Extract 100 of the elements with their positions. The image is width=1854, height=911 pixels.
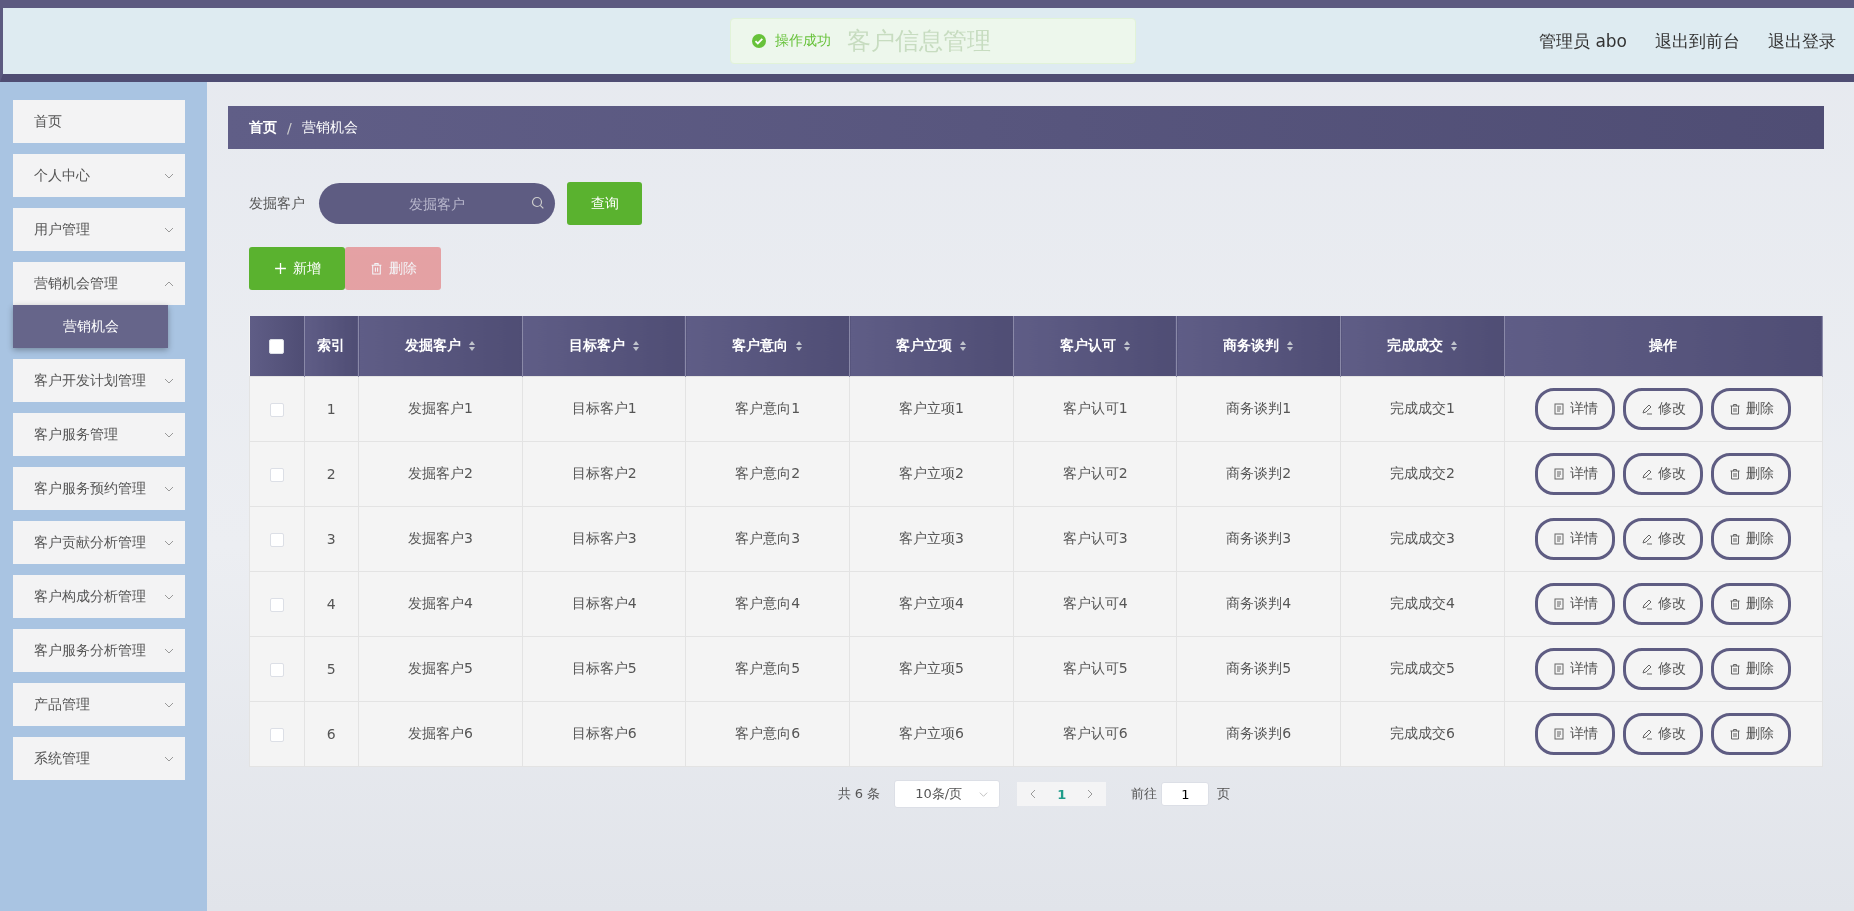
edit-button[interactable]: 修改 [1623, 453, 1704, 495]
table-cell: 完成成交2 [1390, 465, 1455, 481]
sort-icon[interactable] [1449, 340, 1458, 352]
detail-button[interactable]: 详情 [1535, 648, 1616, 690]
table-cell: 3 [326, 531, 336, 547]
delete-button[interactable]: 删除 [1711, 388, 1792, 430]
menu-item[interactable]: 首页 [13, 100, 185, 143]
table-cell: 4 [326, 596, 336, 612]
table-cell: 客户立项1 [899, 400, 964, 416]
detail-button[interactable]: 详情 [1535, 388, 1616, 430]
breadcrumb-item[interactable]: 首页 [249, 118, 277, 137]
row-checkbox[interactable] [269, 663, 284, 677]
column-header: 客户认可 [1059, 337, 1116, 355]
table-cell: 客户立项2 [899, 465, 964, 481]
menu-item[interactable]: 客户贡献分析管理 [13, 521, 185, 564]
menu-item[interactable]: 营销机会管理 [13, 262, 185, 305]
table-cell: 客户立项6 [899, 725, 964, 741]
delete-button[interactable]: 删除 [1711, 713, 1792, 755]
table-cell: 发掘客户1 [407, 400, 473, 416]
table-cell: 发掘客户5 [407, 660, 473, 676]
table-cell: 目标客户3 [571, 530, 637, 546]
page-input[interactable]: 1 [1161, 782, 1210, 806]
header-link[interactable]: 退出登录 [1768, 29, 1836, 53]
menu-item[interactable]: 客户开发计划管理 [13, 359, 185, 402]
table-cell: 客户认可2 [1062, 465, 1128, 481]
table-cell: 完成成交5 [1390, 660, 1455, 676]
delete-button[interactable]: 删除 [1711, 453, 1792, 495]
table-cell: 客户意向1 [735, 400, 801, 416]
search-field[interactable]: 发掘客户 [319, 183, 555, 224]
delete-button[interactable]: 删除 [1711, 583, 1792, 625]
table-cell: 目标客户5 [571, 660, 637, 676]
table-cell: 商务谈判6 [1226, 725, 1292, 741]
table-cell: 6 [326, 726, 336, 742]
table-cell: 发掘客户3 [407, 530, 473, 546]
table-cell: 5 [326, 661, 336, 677]
column-header: 发掘客户 [404, 337, 461, 355]
table-cell: 发掘客户4 [407, 595, 473, 611]
sort-icon[interactable] [467, 340, 476, 352]
table-cell: 客户认可5 [1062, 660, 1128, 676]
table-cell: 客户意向3 [735, 530, 801, 546]
table-cell: 1 [326, 401, 336, 417]
edit-button[interactable]: 修改 [1623, 713, 1704, 755]
submenu-item[interactable]: 营销机会 [13, 305, 168, 348]
header-link[interactable]: 管理员 abo [1539, 29, 1627, 53]
table-cell: 完成成交6 [1390, 725, 1455, 741]
menu-item[interactable]: 产品管理 [13, 683, 185, 726]
edit-button[interactable]: 修改 [1623, 388, 1704, 430]
menu-item[interactable]: 客户构成分析管理 [13, 575, 185, 618]
delete-button[interactable]: 删除 [1711, 648, 1792, 690]
edit-button[interactable]: 修改 [1623, 583, 1704, 625]
sort-icon[interactable] [958, 340, 967, 352]
menu-item[interactable]: 个人中心 [13, 154, 185, 197]
toast-message: 操作成功 [775, 32, 831, 50]
goto-label: 前往 [1131, 785, 1158, 803]
menu-item[interactable]: 用户管理 [13, 208, 185, 251]
table-cell: 商务谈判5 [1226, 660, 1292, 676]
detail-button[interactable]: 详情 [1535, 518, 1616, 560]
document-icon [1552, 533, 1565, 545]
delete-button[interactable]: 删除 [1711, 518, 1792, 560]
header-link[interactable]: 退出到前台 [1655, 29, 1740, 53]
pencil-icon [1640, 533, 1653, 545]
row-checkbox[interactable] [269, 468, 284, 482]
check-circle-icon [751, 33, 767, 49]
document-icon [1552, 468, 1565, 480]
sort-icon[interactable] [631, 340, 640, 352]
row-checkbox[interactable] [269, 533, 284, 547]
detail-button[interactable]: 详情 [1535, 583, 1616, 625]
sort-icon[interactable] [1122, 340, 1131, 352]
menu-item[interactable]: 客户服务预约管理 [13, 467, 185, 510]
table-cell: 客户立项5 [899, 660, 964, 676]
menu-item[interactable]: 系统管理 [13, 737, 185, 780]
row-checkbox[interactable] [269, 598, 284, 612]
pencil-icon [1640, 468, 1653, 480]
table-cell: 发掘客户6 [407, 725, 473, 741]
table-cell: 客户认可3 [1062, 530, 1128, 546]
table-cell: 客户立项4 [899, 595, 964, 611]
breadcrumb-item[interactable]: 营销机会 [301, 118, 358, 137]
row-checkbox[interactable] [269, 728, 284, 742]
edit-button[interactable]: 修改 [1623, 648, 1704, 690]
row-checkbox[interactable] [269, 403, 284, 417]
table-cell: 2 [326, 466, 336, 482]
sort-icon[interactable] [795, 340, 804, 352]
table-cell: 目标客户1 [571, 400, 637, 416]
table-cell: 目标客户6 [571, 725, 637, 741]
search-icon [531, 196, 545, 210]
trash-icon [1728, 663, 1741, 675]
column-header: 客户意向 [732, 337, 789, 355]
table-cell: 客户意向2 [735, 465, 801, 481]
trash-icon [1728, 468, 1741, 480]
detail-button[interactable]: 详情 [1535, 713, 1616, 755]
column-header: 索引 [317, 337, 346, 355]
select-all-checkbox[interactable] [269, 339, 284, 355]
menu-item[interactable]: 客户服务分析管理 [13, 629, 185, 672]
page-size-select[interactable]: 10条/页 [894, 780, 1001, 808]
sort-icon[interactable] [1286, 340, 1295, 352]
detail-button[interactable]: 详情 [1535, 453, 1616, 495]
edit-button[interactable]: 修改 [1623, 518, 1704, 560]
trash-icon [1728, 403, 1741, 415]
menu-item[interactable]: 客户服务管理 [13, 413, 185, 456]
table-cell: 商务谈判3 [1226, 530, 1292, 546]
